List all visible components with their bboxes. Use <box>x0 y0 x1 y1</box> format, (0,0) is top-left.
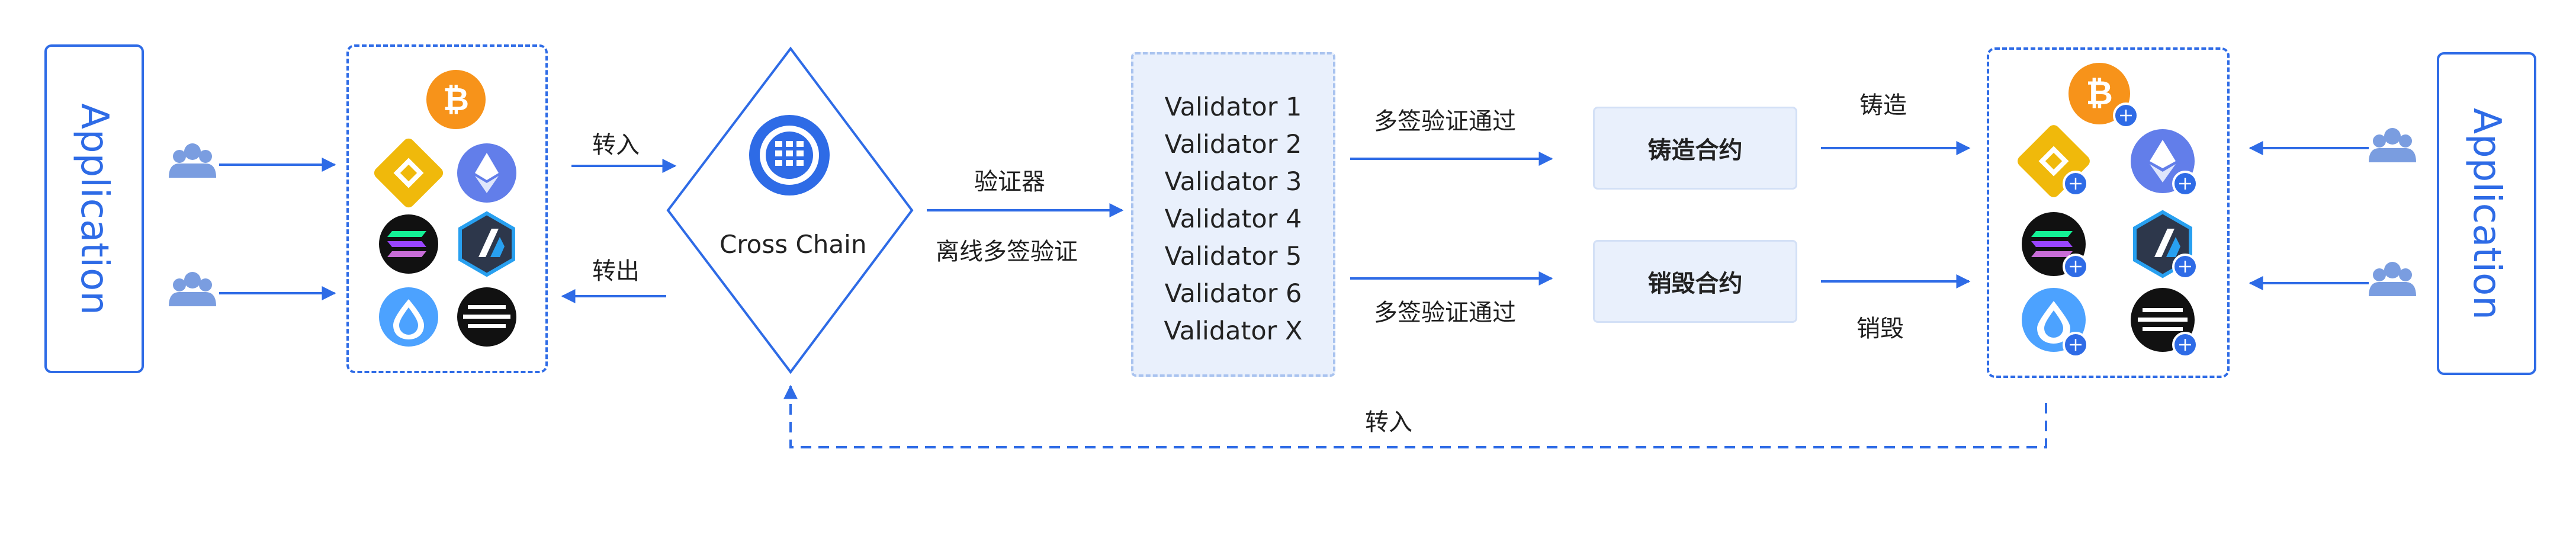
multisig-pass-top-label: 多签验证通过 <box>1374 108 1516 135</box>
application-box-right: Application <box>2437 52 2536 375</box>
burn-contract: 销毁合约 <box>1593 240 1797 323</box>
validator-item: Validator X <box>1164 316 1303 346</box>
validator-item: Validator 1 <box>1164 92 1302 122</box>
mint-label: 铸造 <box>1859 92 1907 119</box>
users-icon <box>169 143 216 178</box>
validator-arrow-label: 验证器 <box>974 168 1045 195</box>
users-icon <box>2369 262 2416 296</box>
multisig-pass-bottom-label: 多签验证通过 <box>1374 299 1516 326</box>
arrow-return-loop <box>783 384 2047 448</box>
coin-group-right <box>1987 47 2230 378</box>
offline-multisig-label: 离线多签验证 <box>936 238 1078 265</box>
cross-chain-icon <box>749 115 830 195</box>
burn-label: 销毁 <box>1856 315 1904 342</box>
cross-chain-label: Cross Chain <box>720 230 867 259</box>
validator-item: Validator 5 <box>1164 242 1302 271</box>
application-label-left: Application <box>72 102 116 315</box>
users-icon <box>169 272 216 306</box>
coin-group-left <box>346 44 548 373</box>
transfer-out-label: 转出 <box>592 258 640 285</box>
mint-contract: 铸造合约 <box>1593 107 1797 190</box>
validator-item: Validator 6 <box>1164 279 1302 309</box>
validator-item: Validator 3 <box>1164 167 1302 197</box>
transfer-in-label: 转入 <box>592 132 640 159</box>
validator-list: Validator 1 Validator 2 Validator 3 Vali… <box>1131 52 1335 377</box>
validator-item: Validator 4 <box>1164 204 1302 234</box>
validator-item: Validator 2 <box>1164 130 1302 159</box>
application-label-right: Application <box>2465 107 2508 320</box>
application-box-left: Application <box>44 44 144 373</box>
users-icon <box>2369 128 2416 162</box>
cross-chain-diamond <box>666 46 914 374</box>
return-transfer-in-label: 转入 <box>1365 409 1412 436</box>
